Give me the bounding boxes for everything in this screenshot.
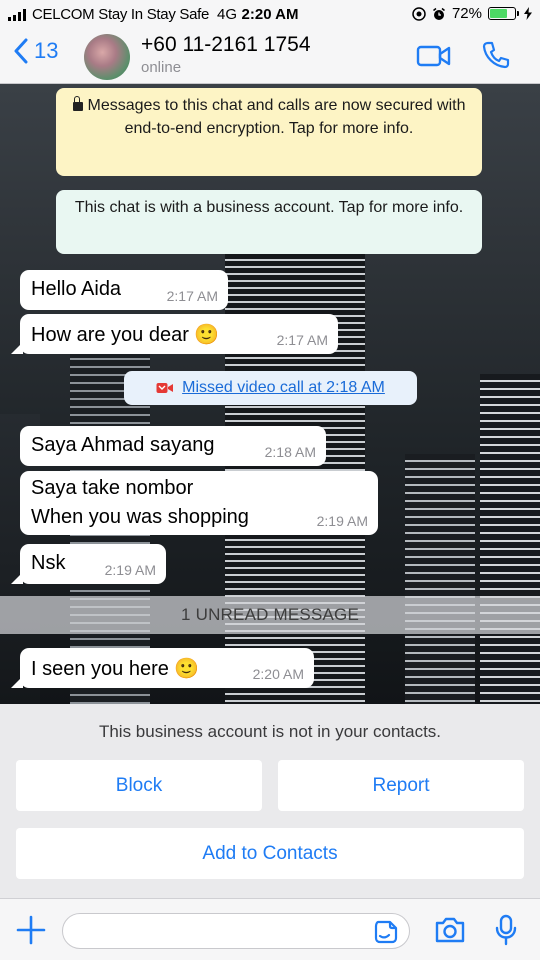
- contact-avatar[interactable]: [84, 34, 130, 80]
- back-chevron-icon: [14, 38, 28, 64]
- message-time: 2:17 AM: [166, 288, 218, 304]
- mic-icon[interactable]: [494, 914, 518, 946]
- signal-icon: [8, 8, 26, 21]
- whatsapp-chat-screen: CELCOM Stay In Stay Safe 4G 2:20 AM 72% …: [0, 0, 540, 960]
- plus-icon[interactable]: [16, 915, 46, 945]
- message-bubble[interactable]: Saya Ahmad sayang 2:18 AM: [20, 426, 326, 466]
- status-bar: CELCOM Stay In Stay Safe 4G 2:20 AM 72%: [0, 0, 540, 30]
- camera-icon[interactable]: [434, 916, 466, 944]
- message-time: 2:20 AM: [252, 666, 304, 682]
- message-text: How are you dear 🙂: [31, 324, 220, 346]
- business-notice-text: This chat is with a business account. Ta…: [74, 199, 464, 216]
- message-text: I seen you here 🙂: [31, 658, 200, 680]
- network-type: 4G: [217, 6, 238, 23]
- message-bubble[interactable]: Nsk 2:19 AM: [11, 544, 166, 584]
- background-building: [405, 454, 475, 704]
- message-text: Saya Ahmad sayang: [31, 434, 215, 456]
- video-call-icon[interactable]: [416, 44, 452, 68]
- message-bubble[interactable]: I seen you here 🙂 2:20 AM: [11, 648, 314, 688]
- background-building: [480, 374, 540, 704]
- charging-icon: [524, 7, 532, 20]
- contact-name[interactable]: +60 11-2161 1754: [141, 33, 311, 57]
- message-time: 2:19 AM: [104, 562, 156, 578]
- message-input-bar: [0, 898, 540, 960]
- message-line: When you was shopping: [31, 506, 249, 528]
- battery-icon: [488, 7, 519, 20]
- battery-percent: 72%: [451, 5, 482, 22]
- sticker-icon[interactable]: [374, 920, 398, 944]
- message-bubble[interactable]: Hello Aida 2:17 AM: [20, 270, 228, 310]
- block-button[interactable]: Block: [16, 760, 262, 811]
- unread-chats-count: 13: [34, 38, 59, 63]
- battery-level: [490, 9, 507, 18]
- chat-header: 13 +60 11-2161 1754 online: [0, 30, 540, 84]
- business-banner-note: This business account is not in your con…: [98, 722, 442, 741]
- carrier-name: CELCOM Stay In Stay Safe: [32, 6, 210, 23]
- status-right: 72%: [412, 5, 532, 22]
- message-text: Nsk: [31, 552, 66, 574]
- business-contact-banner: This business account is not in your con…: [0, 704, 540, 898]
- message-bubble[interactable]: How are you dear 🙂 2:17 AM: [11, 314, 338, 354]
- back-button[interactable]: 13: [14, 38, 58, 64]
- location-icon: [412, 6, 426, 21]
- status-left: CELCOM Stay In Stay Safe 4G: [8, 6, 237, 23]
- voice-call-icon[interactable]: [482, 40, 510, 70]
- message-text: Hello Aida: [31, 278, 122, 300]
- add-to-contacts-button[interactable]: Add to Contacts: [16, 828, 524, 879]
- missed-call-text: Missed video call at 2:18 AM: [182, 379, 385, 396]
- report-button[interactable]: Report: [278, 760, 524, 811]
- business-account-notice[interactable]: This chat is with a business account. Ta…: [56, 190, 482, 254]
- message-time: 2:18 AM: [264, 444, 316, 460]
- message-line: Saya take nombor: [31, 477, 194, 499]
- encryption-notice-text: Messages to this chat and calls are now …: [87, 97, 466, 137]
- message-text: Saya take nombor When you was shopping: [31, 474, 249, 532]
- encryption-notice[interactable]: Messages to this chat and calls are now …: [56, 88, 482, 176]
- missed-video-call-icon: [156, 383, 174, 393]
- message-time: 2:19 AM: [316, 513, 368, 529]
- message-time: 2:17 AM: [276, 332, 328, 348]
- alarm-icon: [433, 7, 445, 20]
- lock-icon: [72, 96, 83, 111]
- missed-video-call-notice[interactable]: Missed video call at 2:18 AM: [124, 371, 417, 405]
- chat-area[interactable]: Messages to this chat and calls are now …: [0, 84, 540, 704]
- message-input[interactable]: [62, 913, 410, 949]
- unread-divider: 1 UNREAD MESSAGE: [0, 596, 540, 634]
- message-bubble[interactable]: Saya take nombor When you was shopping 2…: [20, 471, 378, 535]
- contact-status: online: [141, 59, 182, 76]
